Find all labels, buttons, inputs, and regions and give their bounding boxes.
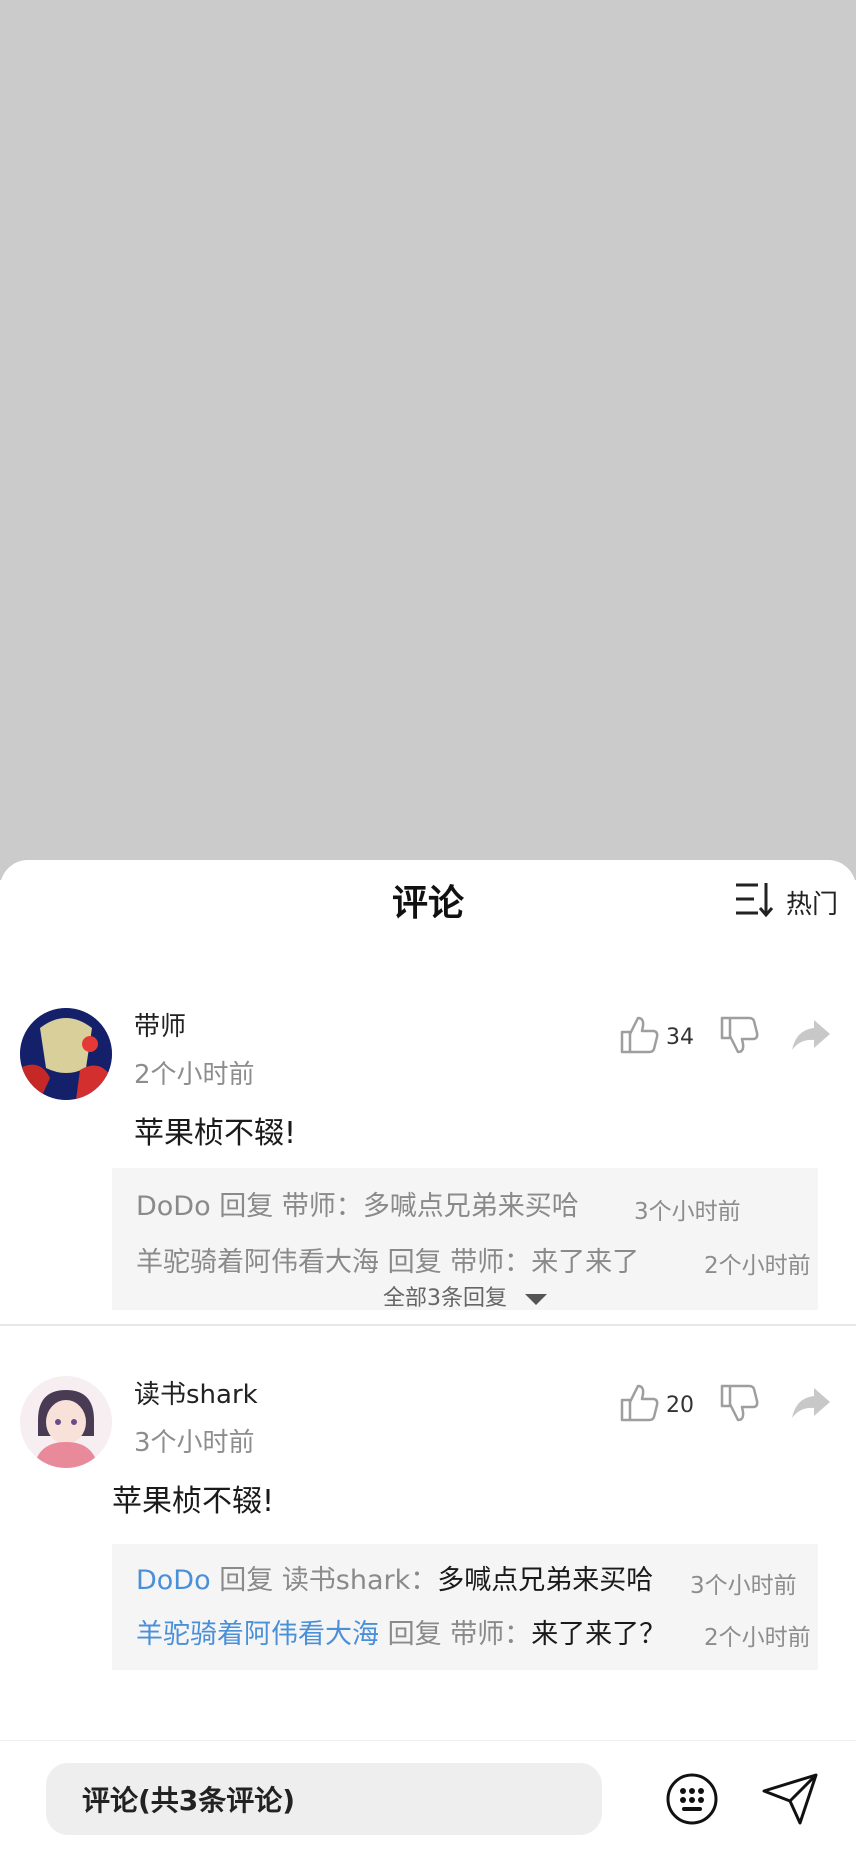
view-all-replies-label: 全部3条回复 [383, 1286, 507, 1311]
share-arrow-icon [790, 1014, 832, 1060]
like-count: 34 [666, 1024, 694, 1050]
reply-time: 3个小时前 [634, 1199, 741, 1225]
reply-box: DoDo 回复 带师：多喊点兄弟来买哈 3个小时前 羊驼骑着阿伟看大海 回复 带… [112, 1168, 818, 1312]
thumbs-down-icon [718, 1014, 760, 1060]
comment-item: 带师 2个小时前 苹果桢不辍! 34 DoDo 回复 带师：多喊点兄弟来买哈 3… [0, 950, 856, 1320]
reply-item[interactable]: DoDo 回复 读书shark：多喊点兄弟来买哈 [136, 1558, 653, 1597]
reply-time: 3个小时前 [690, 1573, 797, 1599]
reply-verb: 回复 [387, 1247, 442, 1278]
comment-username[interactable]: 读书shark [134, 1374, 258, 1411]
reply-username[interactable]: 羊驼骑着阿伟看大海 [136, 1247, 379, 1278]
reply-item[interactable]: DoDo 回复 带师：多喊点兄弟来买哈 [136, 1184, 579, 1223]
comment-text: 苹果桢不辍! [134, 1116, 297, 1151]
reply-username[interactable]: DoDo [136, 1191, 211, 1222]
send-plane-icon [760, 1773, 820, 1833]
reply-item[interactable]: 羊驼骑着阿伟看大海 回复 带师：来了来了 [136, 1240, 639, 1279]
dislike-button[interactable] [718, 1382, 760, 1428]
thumbs-up-icon [618, 1382, 660, 1428]
comment-username[interactable]: 带师 [134, 1006, 186, 1043]
reply-item[interactable]: 羊驼骑着阿伟看大海 回复 带师：来了来了？ [136, 1612, 666, 1651]
sheet-title: 评论 [391, 883, 464, 924]
reply-verb: 回复 [387, 1619, 442, 1650]
reply-verb: 回复 [219, 1565, 274, 1596]
avatar[interactable] [20, 1376, 112, 1468]
sort-button[interactable]: 热门 [734, 880, 838, 924]
reply-text: 多喊点兄弟来买哈 [437, 1565, 654, 1596]
comment-text: 苹果桢不辍! [112, 1484, 275, 1519]
view-all-replies[interactable]: 全部3条回复 [112, 1280, 818, 1312]
comment-item: 读书shark 3个小时前 苹果桢不辍! 20 DoDo 回复 读书shark：… [0, 1326, 856, 1686]
sort-label: 热门 [785, 889, 838, 920]
reply-box: DoDo 回复 读书shark：多喊点兄弟来买哈 3个小时前 羊驼骑着阿伟看大海… [112, 1544, 818, 1670]
emoji-button[interactable] [664, 1771, 720, 1831]
sort-icon [734, 881, 776, 923]
sheet-header: 评论 热门 [0, 860, 856, 940]
comment-time: 3个小时前 [134, 1428, 255, 1458]
reply-target: 读书shark： [281, 1565, 438, 1596]
comment-time: 2个小时前 [134, 1060, 255, 1090]
comment-input[interactable]: 评论(共3条评论) [46, 1763, 602, 1835]
like-button[interactable]: 20 [618, 1382, 694, 1428]
bottom-input-bar: 评论(共3条评论) [0, 1740, 856, 1852]
reply-text: 来了来了 [531, 1247, 640, 1278]
avatar[interactable] [20, 1008, 112, 1100]
dislike-button[interactable] [718, 1014, 760, 1060]
caret-down-icon [525, 1293, 547, 1305]
thumbs-up-icon [618, 1014, 660, 1060]
comments-sheet: 评论 热门 带师 2个小时前 苹果桢不辍! 34 DoDo 回复 带师：多喊点兄… [0, 860, 856, 1852]
reply-verb: 回复 [219, 1191, 274, 1222]
share-button[interactable] [790, 1014, 832, 1060]
reply-time: 2个小时前 [704, 1253, 811, 1279]
thumbs-down-icon [718, 1382, 760, 1428]
like-button[interactable]: 34 [618, 1014, 694, 1060]
emoji-keyboard-icon [664, 1773, 720, 1831]
like-count: 20 [666, 1392, 694, 1418]
dimmed-backdrop[interactable] [0, 0, 856, 880]
send-button[interactable] [760, 1769, 820, 1833]
reply-target: 带师： [450, 1247, 532, 1278]
reply-target: 带师： [450, 1619, 532, 1650]
share-button[interactable] [790, 1382, 832, 1428]
reply-text: 来了来了？ [531, 1619, 667, 1650]
reply-username[interactable]: DoDo [136, 1565, 211, 1596]
reply-target: 带师： [281, 1191, 363, 1222]
reply-username[interactable]: 羊驼骑着阿伟看大海 [136, 1619, 379, 1650]
reply-time: 2个小时前 [704, 1625, 811, 1651]
reply-text: 多喊点兄弟来买哈 [362, 1191, 579, 1222]
share-arrow-icon [790, 1382, 832, 1428]
